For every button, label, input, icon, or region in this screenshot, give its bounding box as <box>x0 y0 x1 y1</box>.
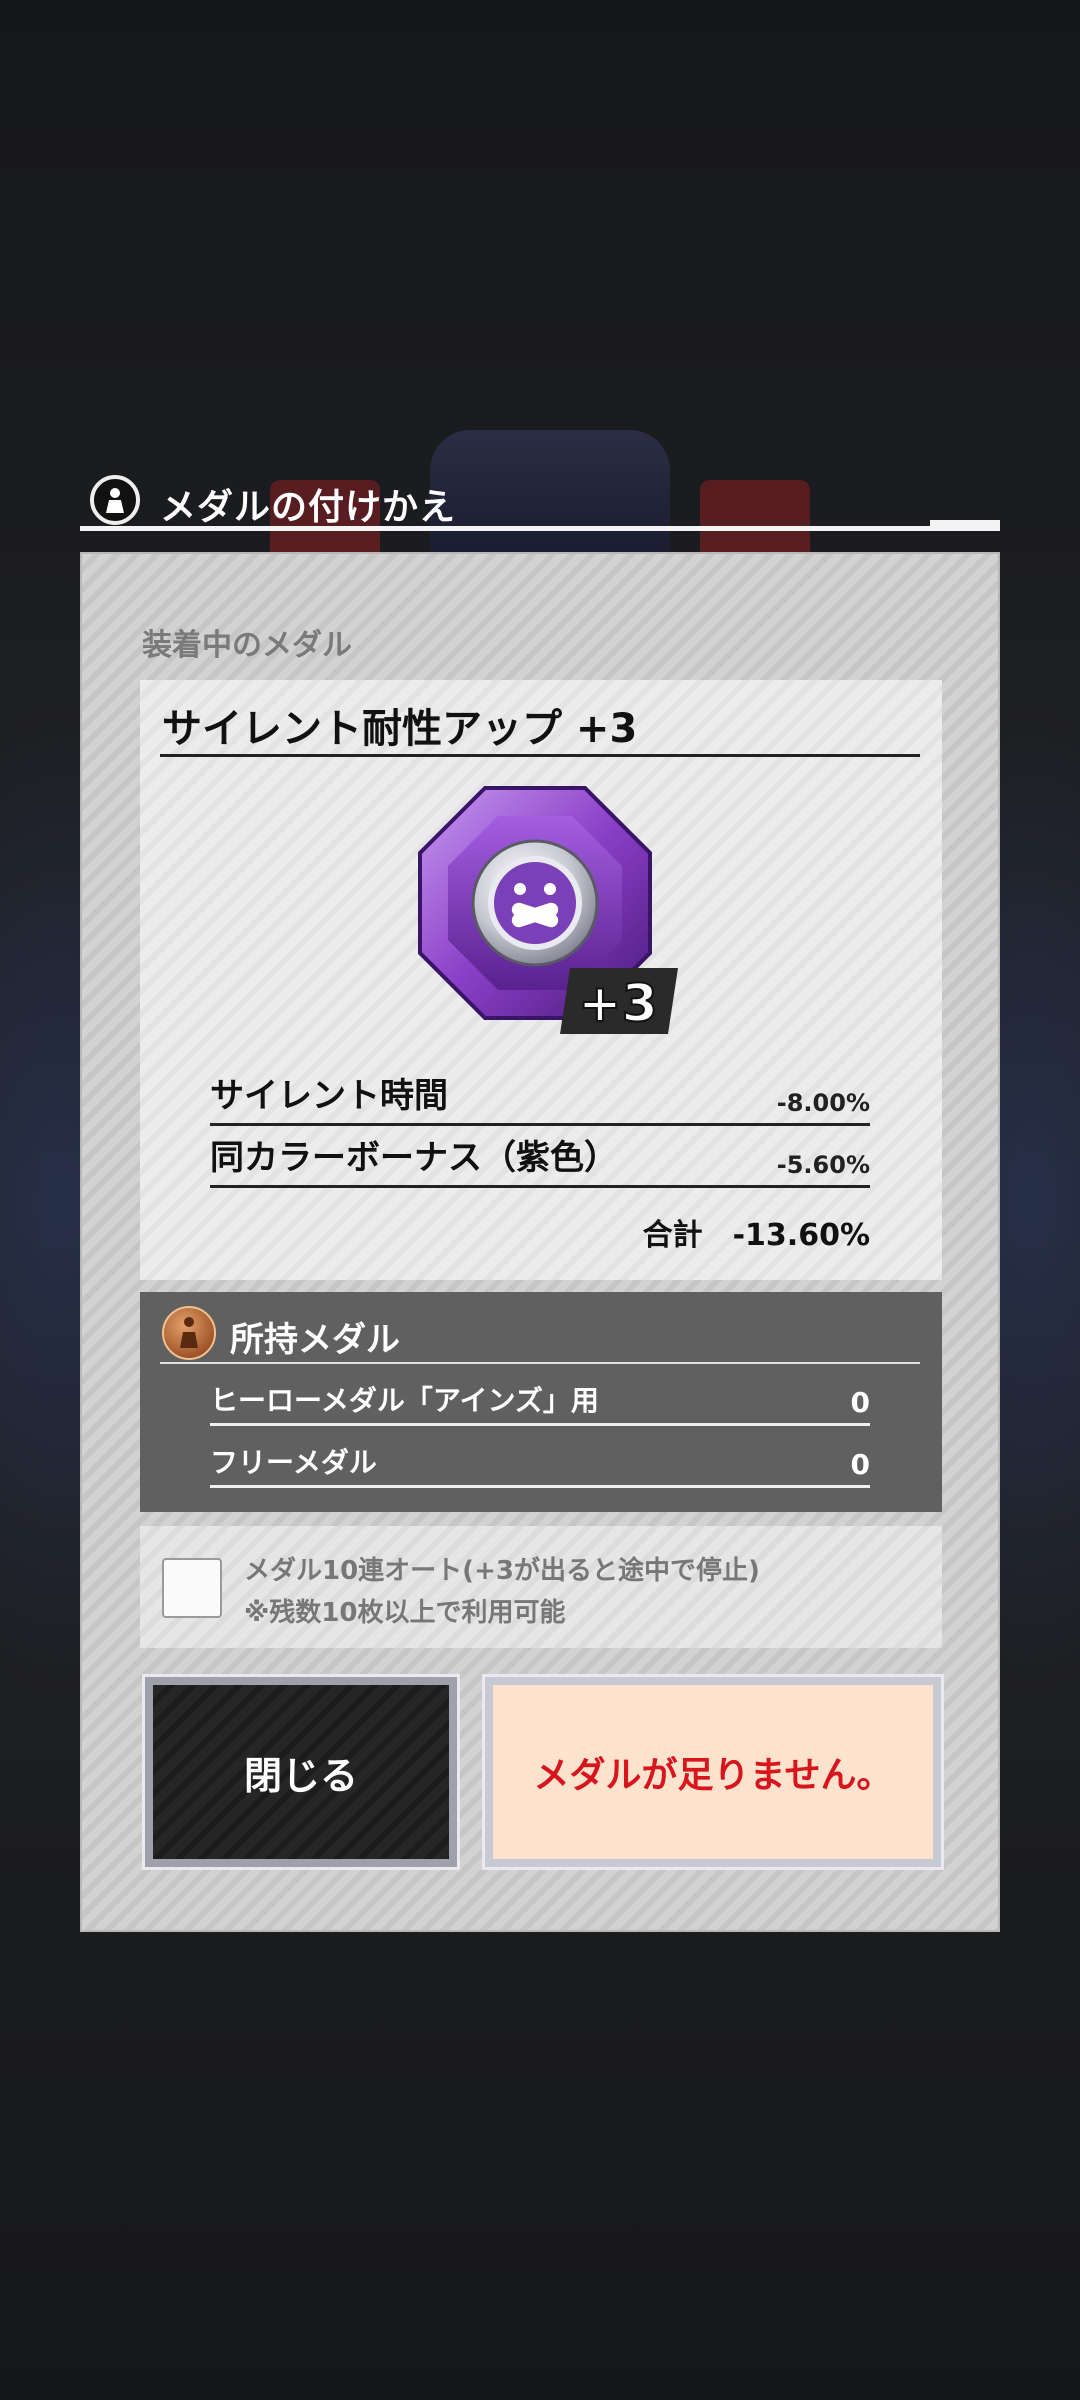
header-divider-accent <box>930 520 1000 531</box>
medal-change-panel: 装着中のメダル サイレント耐性アップ +3 +3 サイレント時間 -8.00% … <box>80 552 1000 1932</box>
stat-label: 同カラーボーナス（紫色） <box>210 1138 618 1178</box>
stat-value: -8.00% <box>776 1089 870 1117</box>
auto-description: メダル10連オート(+3が出ると途中で停止) <box>244 1556 760 1586</box>
divider <box>160 1362 920 1364</box>
owned-label: フリーメダル <box>210 1446 377 1479</box>
stat-row: 同カラーボーナス（紫色） -5.60% <box>210 1130 870 1188</box>
stat-label: サイレント時間 <box>210 1076 448 1116</box>
insufficient-medals-label: メダルが足りません。 <box>493 1685 933 1859</box>
owned-label: ヒーローメダル「アインズ」用 <box>210 1384 599 1417</box>
stat-row: サイレント時間 -8.00% <box>210 1068 870 1126</box>
dialog-header: メダルの付けかえ <box>80 470 1000 532</box>
close-button-label: 閉じる <box>153 1685 449 1859</box>
equipped-medal-card: サイレント耐性アップ +3 +3 サイレント時間 -8.00% 同カラーボーナス… <box>140 680 942 1280</box>
owned-row: フリーメダル 0 <box>210 1438 870 1488</box>
owned-row: ヒーローメダル「アインズ」用 0 <box>210 1376 870 1426</box>
auto-note: ※残数10枚以上で利用可能 <box>244 1598 566 1628</box>
total-row: 合計 -13.60% <box>643 1210 870 1254</box>
close-button[interactable]: 閉じる <box>142 1674 460 1870</box>
plus-three-badge: +3 <box>560 968 678 1035</box>
divider <box>160 754 920 757</box>
stat-value: -5.60% <box>776 1151 870 1179</box>
dialog-title: メダルの付けかえ <box>160 487 457 528</box>
total-value: -13.60% <box>732 1218 870 1253</box>
auto-checkbox[interactable] <box>162 1558 222 1618</box>
bronze-medal-icon <box>162 1306 216 1360</box>
owned-count: 0 <box>850 1448 870 1481</box>
owned-medals-section: 所持メダル ヒーローメダル「アインズ」用 0 フリーメダル 0 <box>140 1292 942 1512</box>
medal-name: サイレント耐性アップ +3 <box>162 706 638 752</box>
owned-title: 所持メダル <box>230 1320 400 1360</box>
medal-image: +3 <box>410 776 690 1036</box>
total-label: 合計 <box>642 1218 703 1253</box>
medal-figure-icon <box>90 475 140 525</box>
insufficient-medals-button[interactable]: メダルが足りません。 <box>482 1674 944 1870</box>
auto-option: メダル10連オート(+3が出ると途中で停止) ※残数10枚以上で利用可能 <box>140 1526 942 1648</box>
header-divider <box>80 526 1000 531</box>
silence-face-icon <box>471 839 599 967</box>
owned-count: 0 <box>850 1386 870 1419</box>
equipped-caption: 装着中のメダル <box>142 628 352 663</box>
svg-text:+3: +3 <box>578 974 658 1034</box>
